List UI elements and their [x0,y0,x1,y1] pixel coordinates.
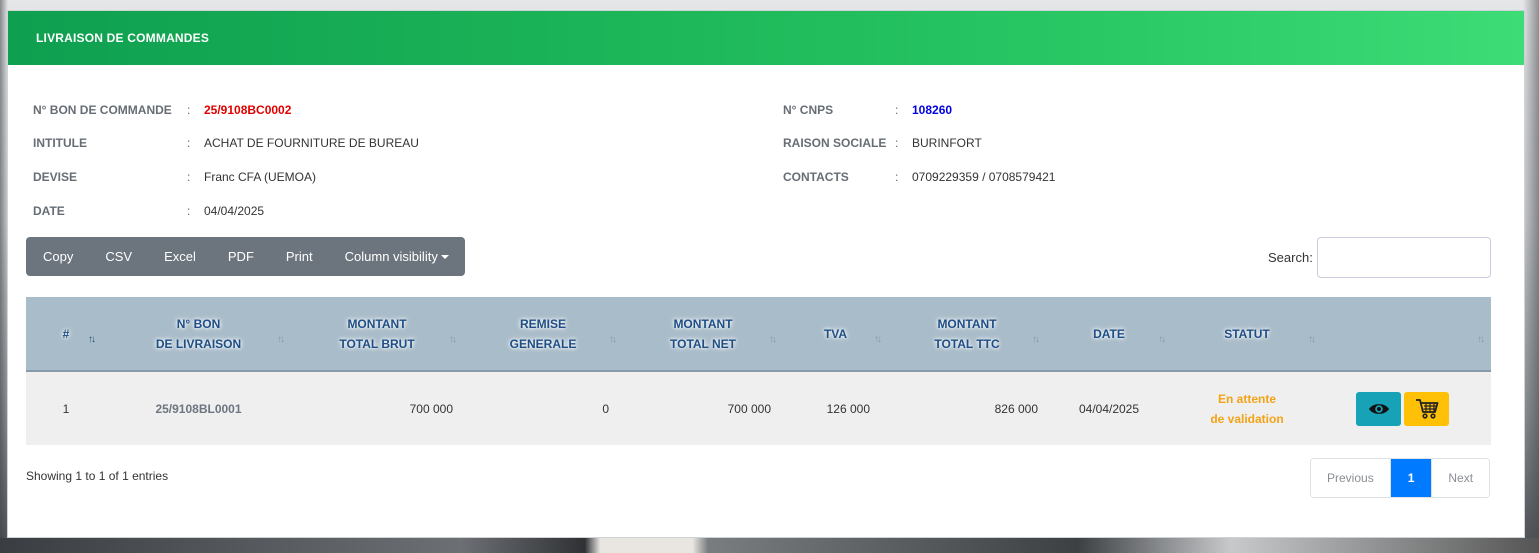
info-label: RAISON SOCIALE [783,136,887,150]
col-header-label: REMISE [519,316,566,331]
info-separator: : [895,170,899,184]
col-header-label: N° BON [176,316,221,331]
col-header-actions[interactable]: ↑↓ [1322,297,1491,372]
export-toolbar: Copy CSV Excel PDF Print Column visibili… [26,237,465,276]
sort-icon: ↑↓ [1032,334,1040,345]
col-header-label: TOTAL NET [670,336,736,351]
bon-commande-value: 25/9108BC0002 [204,103,292,117]
col-header-label: MONTANT [937,316,997,331]
devise-value: Franc CFA (UEMOA) [204,170,317,184]
col-header-label: TVA [823,326,848,341]
copy-button[interactable]: Copy [26,237,89,276]
info-label: DATE [33,204,65,218]
sort-icon: ↑↓ [609,334,617,345]
col-header-montant-ttc[interactable]: MONTANT TOTAL TTC ↑↓ [888,297,1046,372]
col-header-label: STATUT [1224,326,1270,341]
cart-icon [1415,399,1438,419]
search-input[interactable] [1317,237,1491,278]
cell-montant-brut: 700 000 [291,371,463,445]
card-title: LIVRAISON DE COMMANDES [8,11,1524,65]
caret-down-icon [440,254,449,259]
next-page-button[interactable]: Next [1431,459,1490,497]
sort-icon: ↑↓ [874,334,882,345]
col-header-tva[interactable]: TVA ↑↓ [783,297,888,372]
sort-icon: ↑↓ [1158,334,1166,345]
excel-button[interactable]: Excel [148,237,212,276]
cell-actions [1322,371,1491,445]
info-separator: : [187,103,191,117]
col-header-label: DATE [1093,326,1125,341]
cell-remise: 0 [463,371,623,445]
background-strip [0,538,1539,553]
entries-info: Showing 1 to 1 of 1 entries [26,469,169,483]
col-header-label: DE LIVRAISON [155,336,242,351]
sort-icon: ↑↓ [88,334,96,345]
status-badge: En attente [1217,391,1276,406]
pdf-button[interactable]: PDF [212,237,270,276]
sort-icon: ↑↓ [769,334,777,345]
col-header-num[interactable]: # ↑↓ [26,297,106,372]
intitule-value: ACHAT DE FOURNITURE DE BUREAU [204,136,419,150]
contacts-value: 0709229359 / 0708579421 [912,170,1056,184]
col-header-label: TOTAL TTC [934,336,1000,351]
table-header-row: # ↑↓ N° BON DE LIVRAISON ↑↓ MONTANT TOTA… [26,297,1491,372]
info-separator: : [187,136,191,150]
sort-icon: ↑↓ [1477,334,1485,345]
cnps-value: 108260 [912,103,953,117]
info-separator: : [895,103,899,117]
info-label: N° CNPS [783,103,834,117]
status-badge: de validation [1210,411,1284,426]
col-header-label: # [62,326,70,341]
cell-num: 1 [26,371,106,445]
table-row: 1 25/9108BL0001 700 000 0 700 000 126 00… [26,371,1491,445]
col-header-bon-livraison[interactable]: N° BON DE LIVRAISON ↑↓ [106,297,291,372]
col-header-label: TOTAL BRUT [339,336,415,351]
col-header-label: GENERALE [509,336,577,351]
col-header-montant-brut[interactable]: MONTANT TOTAL BRUT ↑↓ [291,297,463,372]
previous-page-button[interactable]: Previous [1311,459,1390,497]
column-visibility-label: Column visibility [344,249,438,264]
col-header-statut[interactable]: STATUT ↑↓ [1172,297,1322,372]
col-header-label: MONTANT [347,316,407,331]
eye-icon [1368,404,1389,414]
deliver-button[interactable] [1404,392,1449,426]
page-1-button[interactable]: 1 [1389,459,1432,497]
cell-montant-net: 700 000 [623,371,783,445]
info-label: DEVISE [33,170,78,184]
view-button[interactable] [1356,392,1401,426]
search-label: Search: [1268,250,1313,265]
col-header-montant-net[interactable]: MONTANT TOTAL NET ↑↓ [623,297,783,372]
print-button[interactable]: Print [270,237,329,276]
order-info: N° BON DE COMMANDE : 25/9108BC0002 INTIT… [33,90,1493,220]
csv-button[interactable]: CSV [89,237,148,276]
pagination: Previous 1 Next [1310,458,1491,498]
cell-montant-ttc: 826 000 [888,371,1046,445]
info-label: INTITULE [33,136,87,150]
cell-statut: En attente de validation [1172,371,1322,445]
info-label: CONTACTS [783,170,849,184]
raison-sociale-value: BURINFORT [912,136,982,150]
info-label: N° BON DE COMMANDE [33,103,172,117]
column-visibility-button[interactable]: Column visibility [329,237,465,276]
col-header-label: MONTANT [673,316,733,331]
info-separator: : [895,136,899,150]
sort-icon: ↑↓ [277,334,285,345]
info-separator: : [187,204,191,218]
sort-icon: ↑↓ [1308,334,1316,345]
cell-bon-livraison: 25/9108BL0001 [106,371,291,445]
col-header-remise[interactable]: REMISE GENERALE ↑↓ [463,297,623,372]
info-separator: : [187,170,191,184]
col-header-date[interactable]: DATE ↑↓ [1046,297,1172,372]
cell-tva: 126 000 [783,371,888,445]
sort-icon: ↑↓ [449,334,457,345]
deliveries-table: # ↑↓ N° BON DE LIVRAISON ↑↓ MONTANT TOTA… [26,297,1491,445]
cell-date: 04/04/2025 [1046,371,1172,445]
date-value: 04/04/2025 [204,204,265,218]
